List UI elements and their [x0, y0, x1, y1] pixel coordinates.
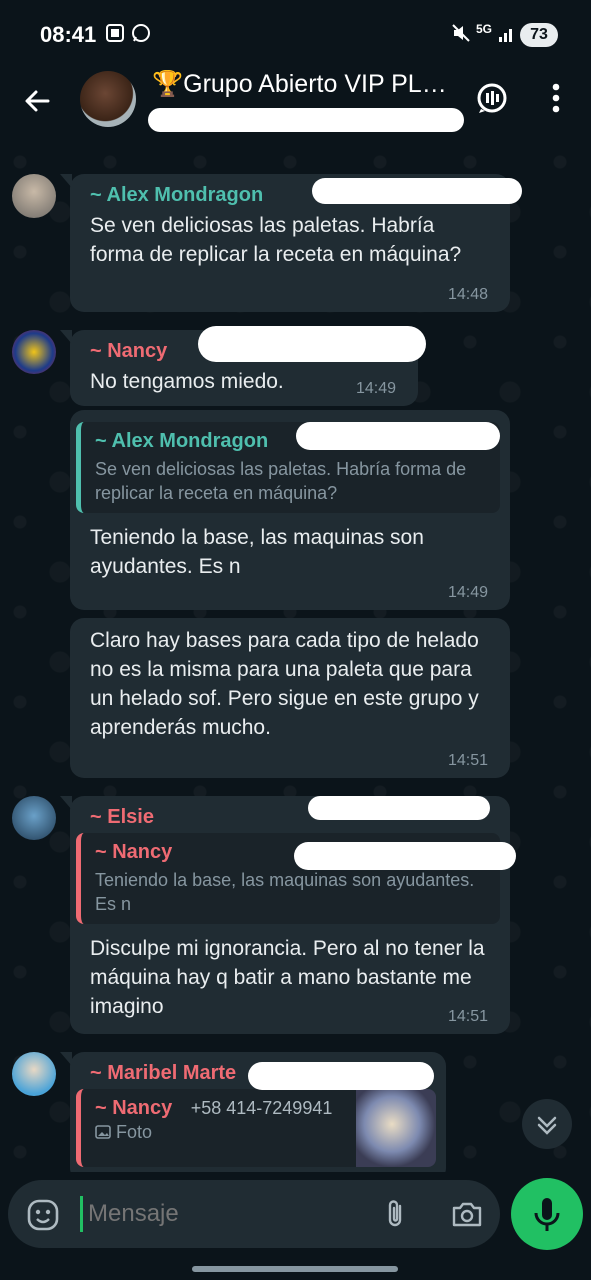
message-text: No tengamos miedo. [90, 370, 284, 393]
microphone-icon [534, 1198, 560, 1231]
group-call-icon [477, 83, 507, 113]
message-time: 14:49 [447, 584, 488, 601]
chat-area[interactable]: ~ Alex Mondragon Se ven deliciosas las p… [0, 142, 591, 1172]
message-time: 14:51 [447, 1008, 488, 1025]
group-call-button[interactable] [472, 78, 512, 118]
photo-label: Foto [116, 1122, 153, 1142]
whatsapp-icon [130, 22, 152, 51]
message-input[interactable] [88, 1194, 368, 1234]
text-cursor [80, 1196, 83, 1232]
redacted-phone [312, 178, 522, 204]
attach-button[interactable] [378, 1197, 412, 1231]
sticker-icon [27, 1199, 59, 1231]
back-button[interactable] [18, 81, 58, 121]
status-bar: 08:41 5G 73 [0, 0, 591, 64]
paperclip-icon [388, 1200, 402, 1227]
chat-header: 🏆Grupo Abierto VIP PL… [0, 64, 591, 142]
voice-message-button[interactable] [511, 1178, 583, 1250]
photo-icon [95, 1125, 111, 1139]
message-text: Claro hay bases para cada tipo de helado… [90, 629, 479, 739]
redacted-phone [296, 422, 500, 450]
group-name[interactable]: 🏆Grupo Abierto VIP PL… [152, 70, 462, 99]
redacted-phone [294, 842, 516, 870]
redacted-phone [198, 326, 426, 362]
battery-level: 73 [520, 23, 558, 47]
message-composer [8, 1180, 500, 1248]
mute-icon [450, 22, 472, 51]
message-time: 14:51 [447, 752, 488, 769]
screenshot-icon [104, 22, 126, 51]
quoted-phone: +58 414-7249941 [190, 1098, 333, 1118]
camera-icon [452, 1202, 482, 1227]
message-bubble[interactable]: ~ Elsie ~ Nancy Teniendo la base, las ma… [60, 796, 510, 1034]
avatar[interactable] [12, 796, 56, 840]
redacted-phone [308, 796, 490, 820]
home-indicator[interactable] [192, 1266, 398, 1272]
avatar[interactable] [12, 1052, 56, 1096]
more-options-button[interactable] [536, 78, 576, 118]
avatar[interactable] [12, 330, 56, 374]
photo-thumbnail[interactable] [356, 1089, 436, 1167]
emoji-button[interactable] [26, 1198, 60, 1232]
quoted-message[interactable]: ~ Nancy +58 414-7249941 Foto [76, 1089, 436, 1167]
camera-button[interactable] [450, 1197, 484, 1231]
redacted-subtitle [148, 108, 464, 132]
redacted-phone [248, 1062, 434, 1090]
network-type: 5G [476, 22, 493, 36]
arrow-left-icon [25, 90, 50, 112]
message-text: Se ven deliciosas las paletas. Habría fo… [90, 214, 462, 266]
avatar[interactable] [12, 174, 56, 218]
message-bubble[interactable]: Claro hay bases para cada tipo de helado… [70, 618, 510, 778]
status-time: 08:41 [40, 22, 97, 47]
message-text: Teniendo la base, las maquinas son ayuda… [90, 526, 424, 578]
quoted-text: Teniendo la base, las maquinas son ayuda… [95, 870, 475, 914]
message-time: 14:48 [447, 286, 488, 303]
message-text: Disculpe mi ignorancia. Pero al no tener… [90, 937, 485, 1018]
double-chevron-down-icon [537, 1116, 557, 1135]
more-vertical-icon [552, 83, 560, 113]
message-time: 14:49 [355, 380, 396, 397]
signal-icon [498, 22, 518, 51]
quoted-text: Se ven deliciosas las paletas. Habría fo… [95, 459, 467, 503]
quoted-sender: ~ Nancy [95, 1097, 173, 1119]
scroll-to-bottom-button[interactable] [522, 1099, 572, 1149]
group-avatar[interactable] [80, 71, 136, 127]
